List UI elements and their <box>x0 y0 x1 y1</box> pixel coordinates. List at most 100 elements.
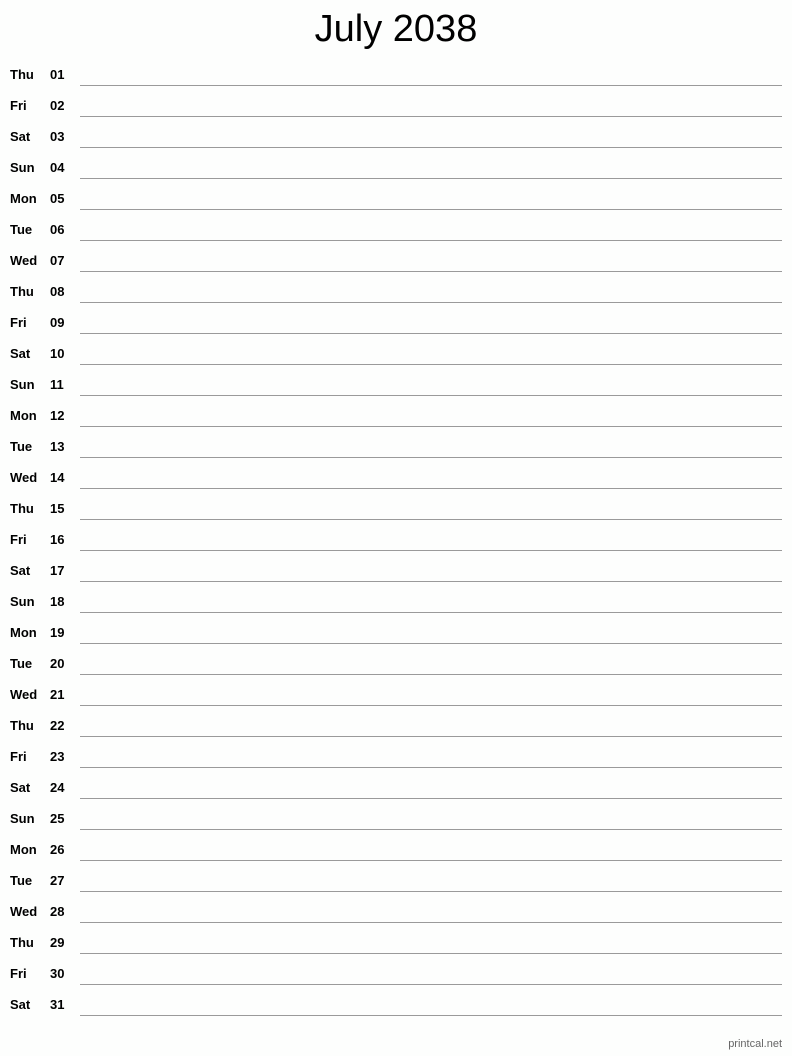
day-row: Wed 28 <box>0 896 792 927</box>
writing-line <box>80 953 782 954</box>
day-row: Sun 18 <box>0 586 792 617</box>
day-row: Thu 08 <box>0 276 792 307</box>
day-number-label: 07 <box>50 253 65 268</box>
day-number-label: 17 <box>50 563 65 578</box>
day-row: Fri 09 <box>0 307 792 338</box>
day-of-week-label: Sun <box>10 160 35 175</box>
writing-line <box>80 457 782 458</box>
day-of-week-label: Sat <box>10 997 31 1012</box>
day-of-week-label: Mon <box>10 408 37 423</box>
day-of-week-label: Sat <box>10 780 31 795</box>
day-row: Sat 10 <box>0 338 792 369</box>
writing-line <box>80 705 782 706</box>
page-title: July 2038 <box>314 8 478 50</box>
writing-line <box>80 581 782 582</box>
day-of-week-label: Wed <box>10 904 38 919</box>
day-row: Thu 29 <box>0 927 792 958</box>
day-row: Sat 24 <box>0 772 792 803</box>
writing-line <box>80 178 782 179</box>
writing-line <box>80 209 782 210</box>
day-number-label: 31 <box>50 997 65 1012</box>
writing-line <box>80 116 782 117</box>
day-number-label: 08 <box>50 284 65 299</box>
day-number-label: 18 <box>50 594 65 609</box>
day-number-label: 27 <box>50 873 65 888</box>
writing-line <box>80 488 782 489</box>
day-row: Tue 27 <box>0 865 792 896</box>
writing-line <box>80 674 782 675</box>
day-of-week-label: Sat <box>10 563 31 578</box>
day-of-week-label: Wed <box>10 253 38 268</box>
day-row: Sun 11 <box>0 369 792 400</box>
writing-line <box>80 333 782 334</box>
day-list: Thu 01 Fri 02 Sat 03 Sun 04 Mon 05 Tue 06 Wed 07 Thu 08… <box>0 59 792 1020</box>
day-number-label: 24 <box>50 780 65 795</box>
day-row: Sat 17 <box>0 555 792 586</box>
day-of-week-label: Thu <box>10 284 34 299</box>
writing-line <box>80 302 782 303</box>
day-of-week-label: Wed <box>10 687 38 702</box>
day-number-label: 03 <box>50 129 65 144</box>
writing-line <box>80 798 782 799</box>
day-row: Mon 19 <box>0 617 792 648</box>
writing-line <box>80 984 782 985</box>
writing-line <box>80 736 782 737</box>
day-of-week-label: Fri <box>10 749 27 764</box>
day-of-week-label: Tue <box>10 656 33 671</box>
day-number-label: 12 <box>50 408 65 423</box>
day-of-week-label: Thu <box>10 718 34 733</box>
day-row: Mon 12 <box>0 400 792 431</box>
day-row: Sun 04 <box>0 152 792 183</box>
day-number-label: 15 <box>50 501 65 516</box>
day-row: Fri 23 <box>0 741 792 772</box>
day-of-week-label: Sun <box>10 811 35 826</box>
day-row: Wed 14 <box>0 462 792 493</box>
day-of-week-label: Tue <box>10 439 33 454</box>
day-number-label: 30 <box>50 966 65 981</box>
day-row: Tue 13 <box>0 431 792 462</box>
day-row: Thu 22 <box>0 710 792 741</box>
day-row: Fri 16 <box>0 524 792 555</box>
day-number-label: 02 <box>50 98 65 113</box>
writing-line <box>80 85 782 86</box>
day-of-week-label: Tue <box>10 873 33 888</box>
writing-line <box>80 891 782 892</box>
day-row: Tue 20 <box>0 648 792 679</box>
writing-line <box>80 860 782 861</box>
writing-line <box>80 612 782 613</box>
day-of-week-label: Tue <box>10 222 33 237</box>
day-of-week-label: Mon <box>10 625 37 640</box>
writing-line <box>80 271 782 272</box>
writing-line <box>80 519 782 520</box>
day-number-label: 20 <box>50 656 65 671</box>
day-number-label: 09 <box>50 315 65 330</box>
day-row: Fri 02 <box>0 90 792 121</box>
day-number-label: 04 <box>50 160 65 175</box>
day-row: Sat 03 <box>0 121 792 152</box>
day-of-week-label: Fri <box>10 98 27 113</box>
day-number-label: 22 <box>50 718 65 733</box>
day-number-label: 01 <box>50 67 65 82</box>
day-number-label: 11 <box>50 377 64 392</box>
day-of-week-label: Fri <box>10 966 27 981</box>
day-number-label: 28 <box>50 904 65 919</box>
writing-line <box>80 426 782 427</box>
day-of-week-label: Wed <box>10 470 38 485</box>
writing-line <box>80 550 782 551</box>
footer-credit: printcal.net <box>728 1038 782 1050</box>
day-row: Sun 25 <box>0 803 792 834</box>
day-number-label: 26 <box>50 842 65 857</box>
day-number-label: 21 <box>50 687 65 702</box>
day-row: Fri 30 <box>0 958 792 989</box>
day-row: Wed 07 <box>0 245 792 276</box>
day-of-week-label: Sat <box>10 346 31 361</box>
day-of-week-label: Mon <box>10 191 37 206</box>
day-of-week-label: Sun <box>10 377 35 392</box>
day-row: Thu 15 <box>0 493 792 524</box>
writing-line <box>80 240 782 241</box>
day-number-label: 19 <box>50 625 65 640</box>
day-number-label: 13 <box>50 439 65 454</box>
writing-line <box>80 829 782 830</box>
day-number-label: 29 <box>50 935 65 950</box>
day-row: Sat 31 <box>0 989 792 1020</box>
